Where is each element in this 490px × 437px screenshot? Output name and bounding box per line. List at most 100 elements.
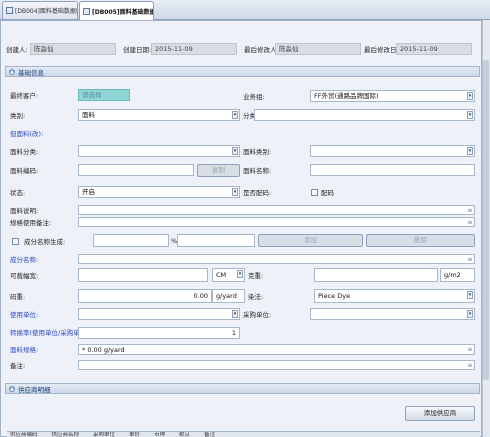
fabric-spec-label[interactable]: 面料规格: <box>10 344 38 356</box>
grid-column-header[interactable]: 备注 <box>204 432 215 437</box>
use-unit-select[interactable]: ▾ <box>78 308 240 320</box>
chevron-down-icon[interactable]: ▾ <box>467 310 473 318</box>
tab-label: [DB004]面料基础数据维护(新) <box>15 8 77 15</box>
delete-composition-button[interactable]: 删除 <box>366 234 475 247</box>
yard-unit-value: g/yard <box>216 292 237 300</box>
tab-label: [DB005]面料基础数据编号批量生成(新) <box>92 8 153 16</box>
creator-field: 陈淼仙 <box>30 43 116 55</box>
form-icon <box>6 7 13 14</box>
width-label: 可裁幅宽: <box>10 272 39 280</box>
fabric-spec-value: * 0.00 g/yard <box>82 346 125 354</box>
more-icon[interactable]: ≡ <box>467 257 473 263</box>
supplier-grid-header: 供应商编码 供应商名称 采购单位 单价 币种 默认 备注 <box>7 431 480 437</box>
add-supplier-button[interactable]: 添加供应商 <box>405 406 475 421</box>
yard-weight-field[interactable]: 0.00 <box>78 289 212 303</box>
more-icon[interactable]: ≡ <box>467 363 473 369</box>
tab-db004[interactable]: [DB004]面料基础数据维护(新) × <box>2 1 78 19</box>
chevron-down-icon[interactable]: ▾ <box>232 188 238 196</box>
yard-weight-label: 码重: <box>10 293 26 301</box>
fabric-spec-field[interactable]: * 0.00 g/yard ≡ <box>78 344 475 355</box>
form-panel <box>0 20 482 437</box>
percent-input[interactable] <box>177 234 255 247</box>
business-group-value: FF外贸(通路品牌国际) <box>314 92 379 100</box>
chevron-down-icon[interactable]: ▾ <box>232 147 238 155</box>
weight-field[interactable] <box>314 268 438 282</box>
more-icon[interactable]: ≡ <box>467 220 473 226</box>
spec-remark-field[interactable]: ≡ <box>78 217 475 227</box>
purchase-unit-select[interactable]: ▾ <box>310 308 475 320</box>
modified-date-field: 2015-11-09 <box>396 43 472 55</box>
purchase-unit-label: 采购单位: <box>243 311 272 319</box>
copy-button[interactable]: 复制 <box>197 164 240 177</box>
composition-checkbox[interactable] <box>12 238 19 245</box>
description-label: 面料说明: <box>10 207 39 215</box>
fabric-name-label: 面料名称: <box>243 167 272 175</box>
created-date-field: 2015-11-09 <box>151 43 237 55</box>
ratio-checkbox[interactable] <box>311 189 318 196</box>
grid-column-header[interactable]: 供应商名称 <box>52 432 80 437</box>
modifier-field: 陈淼仙 <box>275 43 361 55</box>
add-composition-button[interactable]: 添加 <box>258 234 363 247</box>
collapse-icon: ▲ <box>9 68 15 75</box>
fabric-type-label: 面料类别: <box>243 148 272 156</box>
weight-label: 克重: <box>248 272 264 280</box>
ratio-label: 是否配码: <box>243 189 272 197</box>
ratio-checkbox-label: 配码 <box>321 189 334 197</box>
conversion-field[interactable]: 1 <box>78 327 240 339</box>
component-name-label[interactable]: 成分名称: <box>10 254 38 266</box>
dye-select[interactable]: Piece Dye ▾ <box>314 289 475 303</box>
customer-label: 最终客户: <box>10 92 39 100</box>
class-select[interactable]: ▾ <box>254 109 475 121</box>
fabric-name-field[interactable] <box>310 164 475 176</box>
category-select[interactable]: 面料 ▾ <box>78 109 240 121</box>
supplier-detail-header[interactable]: ▲ 供应商明细 <box>5 383 480 394</box>
created-date-label: 创建日期: <box>123 46 152 54</box>
basic-info-header[interactable]: ▲ 基础信息 <box>5 66 480 77</box>
chevron-down-icon[interactable]: ▾ <box>467 92 473 100</box>
component-name-field[interactable]: ≡ <box>78 254 475 264</box>
grid-column-header[interactable]: 单价 <box>129 432 140 437</box>
customer-field[interactable]: 请选择 <box>78 89 130 101</box>
description-field[interactable]: ≡ <box>78 205 475 215</box>
chevron-down-icon[interactable]: ▾ <box>467 291 473 299</box>
business-group-select[interactable]: FF外贸(通路品牌国际) ▾ <box>310 90 475 102</box>
section-title: 基础信息 <box>18 68 44 77</box>
use-unit-label[interactable]: 使用单位: <box>10 309 38 321</box>
dye-label: 染法: <box>248 293 264 301</box>
chevron-down-icon[interactable]: ▾ <box>237 270 243 278</box>
name-change-label[interactable]: 但面料(改): <box>10 128 43 140</box>
category-label: 类别: <box>10 112 26 120</box>
chevron-down-icon[interactable]: ▾ <box>232 111 238 119</box>
grid-column-header[interactable]: 默认 <box>179 432 190 437</box>
creator-label: 创建人: <box>6 46 28 54</box>
remarks-field[interactable]: ≡ <box>78 360 475 370</box>
fabric-type-select[interactable]: ▾ <box>310 145 475 157</box>
modifier-label: 最后修改人: <box>244 46 279 54</box>
more-icon[interactable]: ≡ <box>467 347 473 353</box>
status-select[interactable]: 开启 ▾ <box>78 186 240 198</box>
fabric-code-field[interactable] <box>78 164 194 176</box>
fabric-class-select[interactable]: ▾ <box>78 145 240 157</box>
form-icon <box>83 7 90 15</box>
tab-db005[interactable]: [DB005]面料基础数据编号批量生成(新) <box>79 1 154 20</box>
composition-label: 成分名称生成: <box>24 238 66 246</box>
more-icon[interactable]: ≡ <box>467 208 473 214</box>
grid-column-header[interactable]: 币种 <box>154 432 165 437</box>
fabric-code-label: 面料编码: <box>10 167 39 175</box>
width-unit-value: CM <box>216 271 227 279</box>
fabric-class-label: 面料分类: <box>10 148 39 156</box>
grid-column-header[interactable]: 采购单位 <box>93 432 115 437</box>
width-unit-select[interactable]: CM ▾ <box>212 268 245 282</box>
section-title: 供应商明细 <box>18 385 51 394</box>
yard-unit-field: g/yard <box>212 289 245 303</box>
chevron-down-icon[interactable]: ▾ <box>467 111 473 119</box>
weight-unit-field: g/m2 <box>440 268 475 282</box>
grid-column-header[interactable]: 供应商编码 <box>10 432 38 437</box>
scrollbar-thumb[interactable] <box>483 60 489 380</box>
spec-remark-label: 规格使用备注: <box>10 219 52 227</box>
chevron-down-icon[interactable]: ▾ <box>232 310 238 318</box>
width-field[interactable] <box>78 268 208 282</box>
composition-input[interactable] <box>93 234 169 247</box>
chevron-down-icon[interactable]: ▾ <box>467 147 473 155</box>
category-value: 面料 <box>82 111 95 119</box>
